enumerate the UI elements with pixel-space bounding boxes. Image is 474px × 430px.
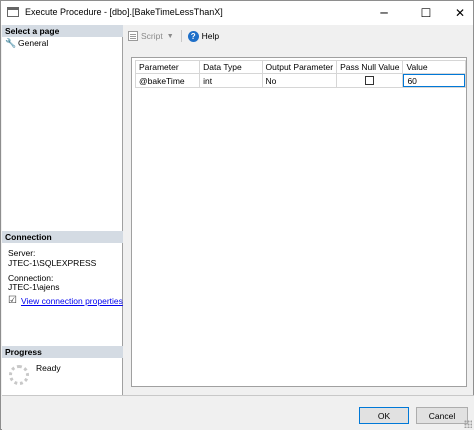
parameters-grid-panel: Parameter Data Type Output Parameter Pas… [131, 57, 467, 387]
cell-output-parameter: No [261, 73, 338, 88]
progress-status: Ready [36, 363, 61, 373]
sidebar: Select a page 🔧 General Connection Serve… [2, 25, 123, 395]
connection-header: Connection [2, 231, 123, 243]
maximize-button[interactable]: ☐ [411, 1, 441, 25]
column-header-parameter[interactable]: Parameter [134, 60, 201, 74]
wrench-icon: 🔧 [5, 37, 17, 48]
help-label: Help [201, 31, 220, 41]
close-button[interactable]: ✕ [445, 1, 474, 25]
progress-spinner-icon [9, 365, 29, 385]
content-area: Parameter Data Type Output Parameter Pas… [124, 51, 473, 395]
plug-icon: ☑ [8, 295, 17, 306]
connection-value: JTEC-1\ajens [8, 282, 60, 292]
table-row: @bakeTime int No [134, 73, 466, 88]
page-item-general[interactable]: 🔧 General [5, 37, 48, 49]
window-app-icon [7, 7, 19, 17]
cell-data-type: int [199, 73, 263, 88]
dialog-footer: OK Cancel [2, 395, 474, 430]
minimize-button[interactable]: ─ [369, 1, 399, 25]
server-value: JTEC-1\SQLEXPRESS [8, 258, 97, 268]
title-bar: Execute Procedure - [dbo].[BakeTimeLessT… [1, 1, 473, 25]
column-header-data-type[interactable]: Data Type [199, 60, 263, 74]
column-header-pass-null-value[interactable]: Pass Null Value [336, 60, 404, 74]
cell-value [402, 73, 466, 88]
progress-header: Progress [2, 346, 123, 358]
toolbar-separator [180, 30, 182, 42]
pass-null-checkbox[interactable] [365, 76, 375, 85]
view-connection-properties[interactable]: ☑ View connection properties [8, 295, 123, 306]
cancel-button[interactable]: Cancel [416, 407, 468, 424]
toolbar: Script ▼ ? Help [124, 27, 473, 45]
chevron-down-icon[interactable]: ▼ [167, 33, 174, 40]
page-item-label: General [18, 38, 49, 48]
view-connection-properties-link[interactable]: View connection properties [21, 296, 123, 306]
parameters-grid: Parameter Data Type Output Parameter Pas… [134, 60, 466, 88]
script-label: Script [141, 31, 163, 41]
select-page-header: Select a page [2, 25, 123, 37]
script-icon [128, 31, 138, 41]
cell-pass-null-value [336, 73, 404, 88]
cell-parameter: @bakeTime [134, 73, 201, 88]
server-label: Server: [8, 248, 36, 258]
help-icon: ? [187, 30, 199, 42]
grid-header-row: Parameter Data Type Output Parameter Pas… [134, 60, 466, 74]
help-button[interactable]: ? Help [187, 30, 220, 42]
ok-button[interactable]: OK [359, 407, 409, 424]
resize-grip-icon[interactable] [464, 420, 472, 428]
column-header-output-parameter[interactable]: Output Parameter [261, 60, 338, 74]
execute-procedure-dialog: Execute Procedure - [dbo].[BakeTimeLessT… [0, 0, 474, 430]
column-header-value[interactable]: Value [402, 60, 466, 74]
script-button[interactable]: Script [128, 31, 163, 41]
value-input[interactable] [403, 74, 465, 87]
window-title: Execute Procedure - [dbo].[BakeTimeLessT… [25, 7, 223, 17]
